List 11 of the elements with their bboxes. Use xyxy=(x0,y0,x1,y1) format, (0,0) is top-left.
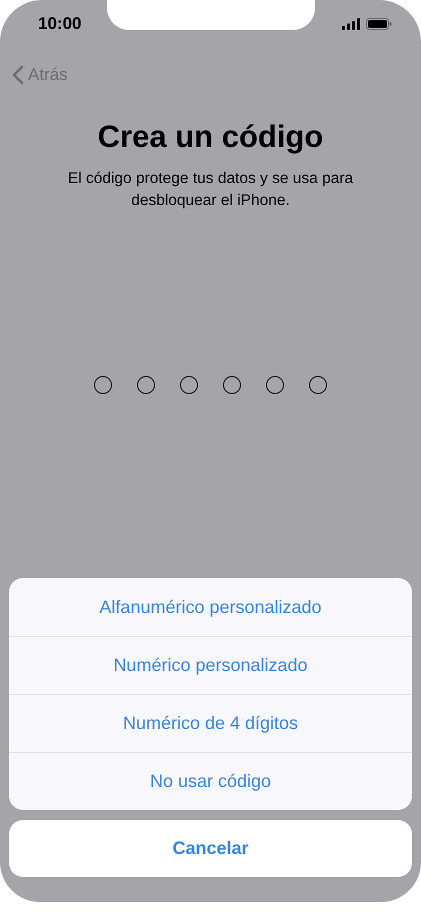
chevron-left-icon xyxy=(12,65,24,85)
sheet-option[interactable]: Alfanumérico personalizado xyxy=(9,578,412,636)
sheet-option[interactable]: No usar código xyxy=(9,752,412,810)
battery-icon xyxy=(366,18,392,30)
sheet-option[interactable]: Numérico personalizado xyxy=(9,636,412,694)
signal-icon xyxy=(342,18,360,30)
cancel-button[interactable]: Cancelar xyxy=(9,820,412,877)
page-title: Crea un código xyxy=(98,119,324,155)
description-text: El código protege tus datos y se usa para desbloquear el iPhone. xyxy=(66,169,354,211)
sheet-option[interactable]: Numérico de 4 dígitos xyxy=(9,694,412,752)
status-time: 10:00 xyxy=(38,14,82,34)
